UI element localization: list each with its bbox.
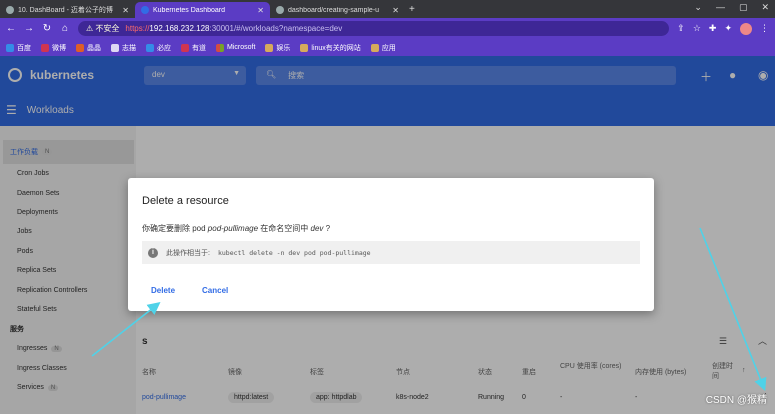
bookmark-label: 娱乐: [276, 44, 291, 52]
back-icon[interactable]: ←: [6, 23, 16, 34]
msg-suffix: ?: [323, 224, 331, 233]
baidu-icon: [6, 43, 14, 52]
bookmark-c-icon: [76, 43, 84, 52]
browser-tab-active[interactable]: Kubernetes Dashboard ✕: [135, 2, 270, 18]
bookmarks-bar: 百度 微博 晶晶 志描 必应 有道 Microsoft 娱乐 linux有关的网…: [0, 39, 775, 56]
msg-namespace: dev: [310, 224, 324, 233]
watermark: CSDN @猴精: [705, 395, 767, 406]
share-icon[interactable]: ⇪: [677, 23, 685, 34]
bookmark-label: 微博: [52, 44, 66, 52]
reload-icon[interactable]: ↻: [42, 23, 52, 34]
browser-tab-bar: 10. DashBoard - 迈着公子的博 ✕ Kubernetes Dash…: [0, 0, 775, 18]
bookmark-label: 志描: [122, 44, 136, 52]
url-path: :30001/#/workloads?namespace=dev: [209, 24, 343, 33]
extensions-puzzle-icon[interactable]: ✦: [724, 23, 732, 34]
forward-icon[interactable]: →: [24, 23, 34, 34]
info-prefix: 此操作相当于:: [166, 249, 210, 257]
bookmark-label: 应用: [381, 44, 396, 52]
bookmark[interactable]: 微博: [41, 43, 66, 53]
url-text: https://192.168.232.128:30001/#/workload…: [125, 24, 342, 33]
bookmark-label: 有道: [192, 44, 206, 52]
home-icon[interactable]: ⌂: [60, 23, 70, 34]
bookmark[interactable]: Microsoft: [216, 43, 256, 52]
globe-icon: [111, 43, 119, 52]
url-field[interactable]: ⚠ 不安全 https://192.168.232.128:30001/#/wo…: [78, 21, 670, 36]
tab-title: dashboard/creating-sample-u: [288, 6, 380, 14]
bookmark[interactable]: 有道: [181, 43, 206, 53]
kubectl-command: kubectl delete -n dev pod pod-pullimage: [217, 248, 371, 257]
msg-mid: 在命名空间中: [258, 224, 311, 233]
minimize-icon[interactable]: —: [716, 2, 725, 13]
equivalent-command-box: i 此操作相当于: kubectl delete -n dev pod pod-…: [142, 241, 640, 264]
close-tab-icon[interactable]: ✕: [122, 6, 129, 15]
bing-icon: [146, 43, 154, 52]
new-tab-button[interactable]: +: [409, 2, 415, 18]
bookmark[interactable]: 必应: [146, 43, 171, 53]
kubernetes-favicon-icon: [141, 6, 149, 14]
info-icon: i: [148, 247, 158, 258]
window-controls: ⌄ — ▢ ✕: [694, 2, 769, 13]
tab-search-icon[interactable]: ⌄: [694, 2, 702, 13]
browser-tab[interactable]: 10. DashBoard - 迈着公子的博 ✕: [0, 2, 135, 18]
maximize-icon[interactable]: ▢: [739, 2, 748, 13]
youdao-icon: [181, 43, 189, 52]
delete-dialog: Delete a resource 你确定要删除 pod pod-pullima…: [128, 178, 654, 311]
msg-pod-name: pod-pullimage: [207, 224, 259, 233]
close-tab-icon[interactable]: ✕: [392, 6, 399, 15]
bookmark-label: 百度: [17, 44, 31, 52]
dialog-message: 你确定要删除 pod pod-pullimage 在命名空间中 dev ?: [142, 223, 330, 234]
bookmark-star-icon[interactable]: ☆: [693, 23, 701, 34]
bookmark-label: linux有关的网站: [311, 44, 361, 52]
url-scheme: https://: [125, 24, 150, 33]
url-host: 192.168.232.128: [149, 24, 210, 33]
extension-icon[interactable]: ✚: [709, 23, 717, 34]
folder-icon: [370, 43, 379, 52]
github-favicon-icon: [276, 6, 284, 14]
bookmark-folder[interactable]: 应用: [370, 43, 396, 53]
bookmark[interactable]: 志描: [111, 43, 136, 53]
close-tab-icon[interactable]: ✕: [257, 6, 264, 15]
folder-icon: [300, 43, 309, 52]
bookmark-label: 晶晶: [87, 44, 101, 52]
profile-avatar[interactable]: [740, 22, 752, 35]
bookmark-folder[interactable]: 娱乐: [265, 43, 290, 53]
delete-button[interactable]: Delete: [151, 286, 175, 295]
bookmark-folder[interactable]: linux有关的网站: [300, 43, 361, 53]
browser-tab[interactable]: dashboard/creating-sample-u ✕: [270, 2, 405, 18]
bookmark-label: Microsoft: [227, 44, 256, 51]
bookmark-label: 必应: [157, 44, 171, 52]
tab-title: Kubernetes Dashboard: [153, 6, 225, 14]
msg-prefix: 你确定要删除 pod: [142, 224, 208, 233]
menu-kebab-icon[interactable]: ⋮: [760, 23, 769, 34]
tab-title: 10. DashBoard - 迈着公子的博: [18, 7, 113, 14]
cancel-button[interactable]: Cancel: [202, 286, 228, 295]
dialog-title: Delete a resource: [142, 195, 229, 207]
security-warning[interactable]: ⚠ 不安全: [86, 23, 119, 34]
csdn-favicon-icon: [6, 6, 14, 14]
weibo-icon: [41, 43, 49, 52]
address-toolbar: ← → ↻ ⌂ ⚠ 不安全 https://192.168.232.128:30…: [0, 18, 775, 39]
microsoft-icon: [216, 43, 224, 52]
bookmark[interactable]: 百度: [6, 43, 31, 53]
bookmark[interactable]: 晶晶: [76, 43, 101, 53]
security-label: 不安全: [95, 24, 120, 33]
folder-icon: [265, 43, 274, 52]
window-close-icon[interactable]: ✕: [761, 2, 769, 13]
